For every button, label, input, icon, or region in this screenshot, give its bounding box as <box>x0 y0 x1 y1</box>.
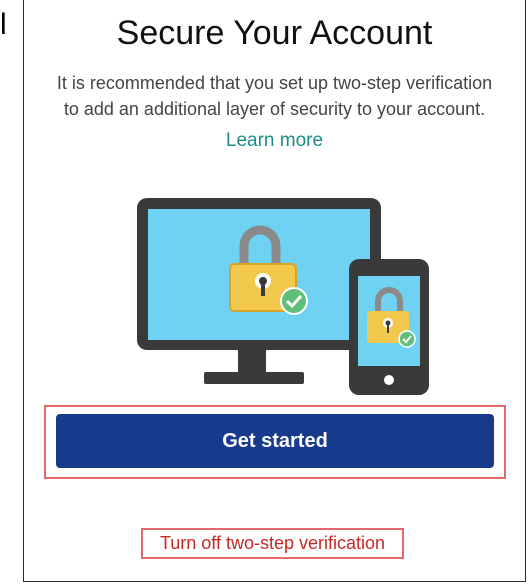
learn-more-link[interactable]: Learn more <box>24 130 525 152</box>
turn-off-highlight: Turn off two-step verification <box>141 528 404 559</box>
phone-lock-icon <box>349 259 429 395</box>
secure-account-panel: Secure Your Account It is recommended th… <box>23 0 526 582</box>
description: It is recommended that you set up two-st… <box>34 70 515 122</box>
check-icon <box>280 287 308 315</box>
turn-off-two-step-link[interactable]: Turn off two-step verification <box>160 533 385 554</box>
get-started-highlight: Get started <box>44 405 506 479</box>
page-title: Secure Your Account <box>116 14 433 52</box>
get-started-button[interactable]: Get started <box>56 414 494 468</box>
security-illustration <box>134 196 434 401</box>
description-line-2: to add an additional layer of security t… <box>63 99 486 119</box>
edge-glyph: l <box>0 8 7 41</box>
desktop-lock-icon <box>137 198 381 384</box>
description-line-1: It is recommended that you set up two-st… <box>56 73 493 93</box>
